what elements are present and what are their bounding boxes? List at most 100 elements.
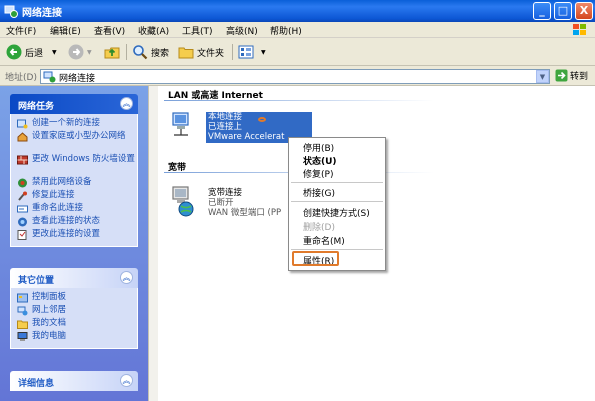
toolbar-separator (232, 44, 233, 60)
other-places-title: 其它位置 (18, 276, 55, 286)
broadband-connection-text: 宽带连接 已断开 WAN 微型端口 (PP (208, 188, 281, 218)
toolbar: 后退 ▼ ▼ 搜索 文件夹 ▼ (0, 38, 595, 66)
minimize-button[interactable]: _ (533, 2, 551, 20)
menu-favorites[interactable]: 收藏(A) (138, 24, 169, 37)
lan-connection-status: 已连接上 (208, 122, 243, 132)
place-my-computer[interactable]: 我的电脑 (11, 331, 137, 343)
menu-file[interactable]: 文件(F) (6, 24, 36, 37)
menu-edit[interactable]: 编辑(E) (50, 24, 81, 37)
new-connection-icon (17, 119, 28, 129)
search-button[interactable]: 搜索 (132, 43, 169, 61)
maximize-button[interactable]: □ (554, 2, 572, 20)
chevron-down-icon: ▼ (52, 48, 57, 56)
go-button[interactable]: 转到 (555, 69, 588, 82)
lan-connection-icon (172, 112, 189, 136)
menu-view[interactable]: 查看(V) (94, 24, 125, 37)
network-tasks-header[interactable]: 网络任务 ︽ (10, 94, 138, 114)
menu-separator (291, 182, 383, 183)
back-button[interactable]: 后退 ▼ (6, 43, 57, 61)
my-documents-icon (17, 320, 28, 329)
broadband-connection-status: 已断开 (208, 198, 234, 208)
back-label: 后退 (25, 48, 44, 59)
task-setup-home-network[interactable]: 设置家庭或小型办公网络 (11, 131, 137, 153)
pane-scrollbar[interactable] (148, 86, 158, 401)
close-button[interactable]: X (575, 2, 593, 20)
other-places-header[interactable]: 其它位置 ︽ (10, 268, 138, 288)
folders-button[interactable]: 文件夹 (178, 43, 224, 61)
control-panel-icon (17, 293, 28, 303)
address-value: 网络连接 (59, 74, 96, 84)
collapse-icon[interactable]: ︽ (120, 97, 133, 110)
menu-tools[interactable]: 工具(T) (182, 24, 213, 37)
up-folder-icon (104, 47, 120, 59)
rename-icon (17, 205, 28, 213)
task-change-firewall[interactable]: 更改 Windows 防火墙设置 (11, 154, 137, 176)
repair-icon (18, 191, 27, 201)
forward-arrow-icon (68, 44, 84, 60)
expand-icon[interactable]: ︽ (120, 374, 133, 387)
network-connections-window: 网络连接 _ □ X 文件(F) 编辑(E) 查看(V) 收藏(A) 工具(T)… (0, 0, 595, 401)
broadband-connection-device: WAN 微型端口 (PP (208, 208, 282, 218)
network-tasks-list: 创建一个新的连接 设置家庭或小型办公网络 更改 Windows 防火墙设置 禁用… (10, 114, 138, 247)
menu-item-bridge[interactable]: 桥接(G) (303, 186, 335, 199)
folders-label: 文件夹 (197, 48, 225, 59)
other-places-list: 控制面板 网上邻居 我的文档 我的电脑 (10, 288, 138, 349)
disable-device-icon (18, 178, 27, 188)
menu-item-rename[interactable]: 重命名(M) (303, 234, 345, 247)
title-bar[interactable]: 网络连接 _ □ X (0, 0, 595, 22)
windows-logo-icon (573, 24, 586, 35)
broadband-connection-icon (172, 186, 194, 217)
up-folder-button[interactable] (104, 43, 120, 61)
search-icon (133, 45, 148, 60)
toolbar-separator (126, 44, 127, 60)
folder-icon (178, 47, 194, 59)
go-arrow-icon (555, 69, 568, 82)
menu-bar: 文件(F) 编辑(E) 查看(V) 收藏(A) 工具(T) 高级(N) 帮助(H… (0, 22, 595, 38)
details-title: 详细信息 (18, 379, 55, 389)
menu-item-status[interactable]: 状态(U) (303, 154, 337, 167)
collapse-icon[interactable]: ︽ (120, 271, 133, 284)
go-label: 转到 (570, 72, 589, 82)
task-repair-connection[interactable]: 修复此连接 (11, 190, 137, 202)
place-network-neighborhood[interactable]: 网上邻居 (11, 305, 137, 317)
menu-separator (291, 249, 383, 250)
menu-help[interactable]: 帮助(H) (270, 24, 302, 37)
network-connections-icon (43, 71, 56, 83)
search-label: 搜索 (151, 48, 170, 59)
chevron-down-icon: ▼ (261, 48, 266, 56)
place-control-panel[interactable]: 控制面板 (11, 292, 137, 304)
menu-item-create-shortcut[interactable]: 创建快捷方式(S) (303, 206, 370, 219)
menu-advanced[interactable]: 高级(N) (226, 24, 258, 37)
menu-item-disable[interactable]: 停用(B) (303, 141, 334, 154)
back-arrow-icon (6, 44, 22, 60)
other-places-panel: 其它位置 ︽ 控制面板 网上邻居 我的文档 我的电脑 (10, 268, 138, 349)
group-divider (164, 100, 434, 101)
status-icon (18, 217, 27, 227)
firewall-icon (17, 155, 28, 165)
my-computer-icon (17, 332, 28, 341)
task-pane: 网络任务 ︽ 创建一个新的连接 设置家庭或小型办公网络 更改 Windows 防… (0, 86, 148, 401)
network-tasks-panel: 网络任务 ︽ 创建一个新的连接 设置家庭或小型办公网络 更改 Windows 防… (10, 94, 138, 247)
address-label: 地址(D) (5, 73, 37, 83)
address-dropdown-button[interactable]: ▼ (536, 70, 549, 83)
window-title: 网络连接 (22, 8, 62, 19)
task-rename-connection[interactable]: 重命名此连接 (11, 203, 137, 215)
task-create-connection[interactable]: 创建一个新的连接 (11, 118, 137, 130)
views-button[interactable]: ▼ (238, 43, 266, 61)
annotation-circle (258, 117, 266, 122)
chevron-down-icon: ▼ (87, 48, 92, 56)
menu-separator (291, 201, 383, 202)
task-change-settings[interactable]: 更改此连接的设置 (11, 229, 137, 241)
task-view-status[interactable]: 查看此连接的状态 (11, 216, 137, 228)
address-bar: 地址(D) 网络连接 ▼ 转到 (0, 66, 595, 86)
properties-highlight-box (292, 251, 339, 266)
place-my-documents[interactable]: 我的文档 (11, 318, 137, 330)
task-disable-device[interactable]: 禁用此网络设备 (11, 177, 137, 189)
menu-item-delete: 删除(D) (303, 223, 335, 233)
menu-item-repair[interactable]: 修复(P) (303, 167, 333, 180)
address-input[interactable]: 网络连接 ▼ (40, 69, 550, 84)
broadband-connection-name: 宽带连接 (208, 188, 243, 198)
forward-button[interactable]: ▼ (68, 43, 92, 61)
details-header[interactable]: 详细信息 ︽ (10, 371, 138, 391)
views-icon (238, 45, 254, 59)
